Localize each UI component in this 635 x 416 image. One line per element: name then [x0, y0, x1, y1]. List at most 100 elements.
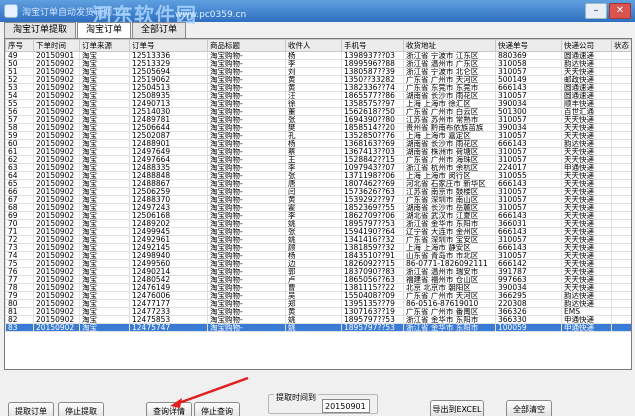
table-row[interactable]: 77 20150902 淘宝 12480542 淘宝购物- 卢 1865056??63 福建省… — [5, 275, 631, 284]
tab-taobao-extract[interactable]: 淘宝订单提取 — [4, 22, 77, 38]
table-cell: 86-0771-1826092111 — [403, 259, 496, 268]
table-row[interactable]: 69 20150902 淘宝 12506168 淘宝购物- 李 1862709??06 湖北省… — [5, 211, 631, 220]
column-header[interactable]: 状态 — [611, 39, 631, 52]
minimize-button[interactable]: – — [585, 3, 607, 19]
table-cell: 1594190??64 — [341, 227, 404, 236]
table-cell: 76 — [5, 267, 34, 276]
column-header[interactable]: 收件人 — [285, 39, 342, 52]
table-row[interactable]: 68 20150902 淘宝 12497243 淘宝购物- 霍 1852369??55 湖南省… — [5, 203, 631, 212]
table-cell: 申通快递 — [561, 323, 612, 332]
close-button[interactable]: ✕ — [609, 3, 631, 19]
table-row[interactable]: 66 20150902 淘宝 12506259 淘宝购物- 闫 1573626??63 江苏省… — [5, 187, 631, 196]
table-row[interactable]: 49 20150901 淘宝 12513336 淘宝购物- 杨 1398937??03 浙江省… — [5, 51, 631, 60]
table-cell: 黄 — [285, 307, 342, 316]
table-row[interactable]: 59 20150902 淘宝 12502087 淘宝购物- 孔 1352850??76 上海 … — [5, 131, 631, 140]
table-cell — [611, 51, 631, 60]
table-cell — [611, 251, 631, 260]
table-cell: 12506644 — [129, 123, 208, 132]
stop-extract-button[interactable]: 停止提取 — [58, 402, 104, 416]
table-cell — [611, 115, 631, 124]
table-cell: 1895797??53 — [341, 323, 404, 332]
table-row[interactable]: 61 20150902 淘宝 12497649 淘宝购物- 蔡 1367413??03 湖南省… — [5, 147, 631, 156]
table-cell: 20150902 — [33, 187, 80, 196]
table-row[interactable]: 56 20150902 淘宝 12514030 淘宝购物- 董 1562618??50 广东省… — [5, 107, 631, 116]
table-row[interactable]: 78 20150902 淘宝 12476149 淘宝购物- 曹 1381115??22 北京 … — [5, 283, 631, 292]
table-row[interactable]: 76 20150902 淘宝 12490214 淘宝购物- 郭 1837090??83 浙江省… — [5, 267, 631, 276]
table-row[interactable]: 63 20150902 淘宝 12488335 淘宝购物- 李 1097943??07 浙江省… — [5, 163, 631, 172]
column-header[interactable]: 手机号 — [341, 39, 404, 52]
table-cell: 姚 — [285, 219, 342, 228]
table-cell: 12506259 — [129, 187, 208, 196]
table-row[interactable]: 74 20150902 淘宝 12498940 淘宝购物- 杨 1843510??91 山东省… — [5, 251, 631, 260]
table-cell — [611, 195, 631, 204]
clear-all-button[interactable]: 全部清空 — [506, 400, 552, 416]
table-row[interactable]: 54 20150902 淘宝 12508935 淘宝购物- 汪 1865577??86 湖南省… — [5, 91, 631, 100]
table-row[interactable]: 81 20150902 淘宝 12477233 淘宝购物- 黄 1307163??19 广东省… — [5, 307, 631, 316]
table-cell: 淘宝购物- — [207, 187, 286, 196]
table-cell: 黄 — [285, 83, 342, 92]
table-cell: 12490214 — [129, 267, 208, 276]
table-cell: 浙江省 金华市 东阳市 — [403, 315, 496, 324]
table-row[interactable]: 83 20150902 淘宝 12475747 淘宝购物- 姚 1895797??53 浙江省… — [5, 323, 631, 332]
table-cell: 1694390??80 — [341, 115, 404, 124]
table-row[interactable]: 58 20150902 淘宝 12506644 淘宝购物- 樊 1858514??20 贵州省… — [5, 123, 631, 132]
table-cell: 淘宝购物- — [207, 155, 286, 164]
table-row[interactable]: 60 20150902 淘宝 12488901 淘宝购物- 杨 1368163??69 湖南省… — [5, 139, 631, 148]
table-cell: 姚 — [285, 315, 342, 324]
table-row[interactable]: 73 20150902 淘宝 12492145 淘宝购物- 顾 1381859??32 上海 … — [5, 243, 631, 252]
tab-taobao-orders[interactable]: 淘宝订单 — [77, 22, 132, 38]
table-cell: 1865577??86 — [341, 91, 404, 100]
orders-grid[interactable]: 序号 下单时间 订单来源 订单号 商品标题 收件人 手机号 收货地址 快递单号 快递公司 状态 49… — [4, 38, 632, 370]
column-header[interactable]: 订单号 — [129, 39, 208, 52]
table-row[interactable]: 64 20150902 淘宝 12488848 淘宝购物- 张 1371198??06 上海 … — [5, 171, 631, 180]
stop-query-button[interactable]: 停止查询 — [194, 402, 240, 416]
table-cell: 唐 — [285, 179, 342, 188]
table-cell: 天天快递 — [561, 147, 612, 156]
table-row[interactable]: 62 20150902 淘宝 12497664 淘宝购物- 王 1528842??15 广东省… — [5, 155, 631, 164]
table-cell: 49 — [5, 51, 34, 60]
table-cell: 1382336??74 — [341, 83, 404, 92]
table-cell: 浙江省 金华市 东阳市 — [403, 323, 496, 332]
table-cell: 淘宝购物- — [207, 179, 286, 188]
table-cell: 100059 — [495, 323, 562, 332]
column-header[interactable]: 商品标题 — [207, 39, 286, 52]
export-excel-button[interactable]: 导出到EXCEL — [430, 400, 484, 416]
query-detail-button[interactable]: 查询详情 — [146, 402, 192, 416]
column-header[interactable]: 快递单号 — [495, 39, 562, 52]
table-cell: 淘宝 — [79, 131, 130, 140]
table-row[interactable]: 55 20150902 淘宝 12490713 淘宝购物- 徐 1358575??97 上海 … — [5, 99, 631, 108]
table-cell: 淘宝 — [79, 251, 130, 260]
table-cell — [611, 123, 631, 132]
column-header[interactable]: 收货地址 — [403, 39, 496, 52]
table-cell: 20150902 — [33, 91, 80, 100]
column-header[interactable]: 下单时间 — [33, 39, 80, 52]
table-row[interactable]: 51 20150902 淘宝 12505694 淘宝购物- 刘 1380587??39 浙江省… — [5, 67, 631, 76]
table-row[interactable]: 50 20150902 淘宝 12513329 淘宝购物- 李 1899596??88 浙江省… — [5, 59, 631, 68]
table-cell: 淘宝购物- — [207, 67, 286, 76]
extract-time-label: 提取时间到 — [274, 392, 318, 403]
column-header[interactable]: 序号 — [5, 39, 34, 52]
table-row[interactable]: 57 20150902 淘宝 12489781 淘宝购物- 张 1694390??80 江苏省… — [5, 115, 631, 124]
table-row[interactable]: 82 20150902 淘宝 12475853 淘宝购物- 姚 1895797??53 浙江省… — [5, 315, 631, 324]
extract-date-input[interactable] — [322, 399, 370, 413]
column-header[interactable]: 订单来源 — [79, 39, 130, 52]
table-cell: 12488901 — [129, 139, 208, 148]
table-row[interactable]: 67 20150902 淘宝 12488370 淘宝购物- 黄 1539292??97 广东省… — [5, 195, 631, 204]
table-row[interactable]: 80 20150902 淘宝 12477177 淘宝购物- 郑 1395135??79 86-… — [5, 299, 631, 308]
table-cell: 1550408??09 — [341, 291, 404, 300]
table-cell: 20150902 — [33, 139, 80, 148]
table-row[interactable]: 79 20150902 淘宝 12476006 淘宝购物- 吴 1550408??09 广东省… — [5, 291, 631, 300]
table-row[interactable]: 72 20150902 淘宝 12492961 淘宝购物- 姚 1341416??32 广东省… — [5, 235, 631, 244]
table-row[interactable]: 70 20150902 淘宝 12489202 淘宝购物- 姚 1895797??53 浙江省… — [5, 219, 631, 228]
table-cell: 1843510??91 — [341, 251, 404, 260]
table-row[interactable]: 65 20150902 淘宝 12488867 淘宝购物- 唐 1807462??69 河北省… — [5, 179, 631, 188]
table-cell: 20150902 — [33, 107, 80, 116]
extract-orders-button[interactable]: 提取订单 — [8, 402, 54, 416]
table-row[interactable]: 71 20150902 淘宝 12499945 淘宝购物- 张 1594190??64 辽宁省… — [5, 227, 631, 236]
tab-all-orders[interactable]: 全部订单 — [132, 22, 187, 38]
table-row[interactable]: 75 20150902 淘宝 12499560 淘宝购物- 边 1826092??15 86-… — [5, 259, 631, 268]
table-row[interactable]: 52 20150902 淘宝 12519062 淘宝购物- 黄 1350??33282 广东省… — [5, 75, 631, 84]
table-cell: 67 — [5, 195, 34, 204]
column-header[interactable]: 快递公司 — [561, 39, 612, 52]
table-row[interactable]: 53 20150902 淘宝 12504513 淘宝购物- 黄 1382336??74 广东省… — [5, 83, 631, 92]
